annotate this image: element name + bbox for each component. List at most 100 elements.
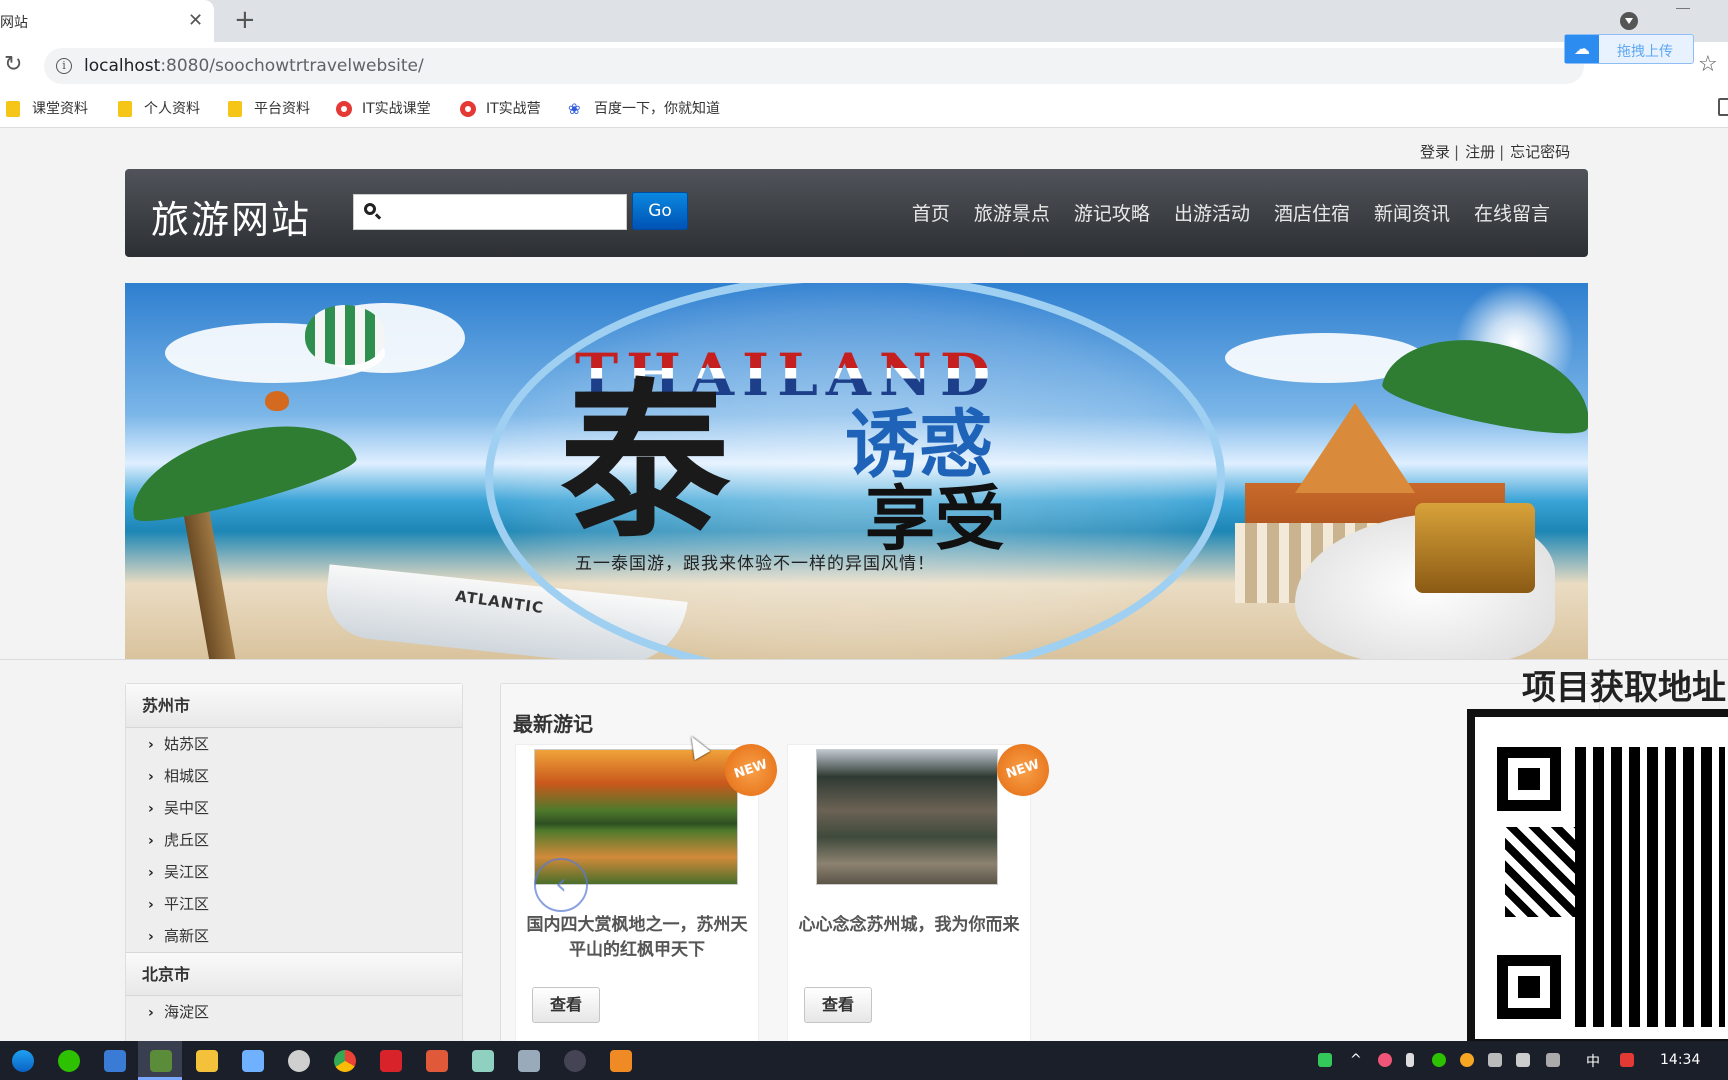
search-go-button[interactable]: Go bbox=[632, 192, 688, 230]
app-icon[interactable] bbox=[426, 1050, 448, 1072]
district-item[interactable]: › 姑苏区 bbox=[126, 728, 462, 760]
file-explorer-icon[interactable] bbox=[196, 1050, 218, 1072]
chevron-up-icon[interactable]: ^ bbox=[1350, 1053, 1364, 1067]
baidu-paw-icon: ❀ bbox=[568, 100, 581, 118]
url-text[interactable]: localhost:8080/soochowtrtravelwebsite/ bbox=[84, 56, 424, 76]
search-icon bbox=[364, 203, 376, 215]
folder-icon bbox=[6, 101, 20, 117]
app-icon[interactable] bbox=[472, 1050, 494, 1072]
travelogue-caption[interactable]: 心心念念苏州城，我为你而来 bbox=[798, 913, 1020, 938]
new-tab-icon[interactable]: + bbox=[234, 5, 256, 35]
bookmark-item[interactable]: IT实战课堂 bbox=[336, 98, 431, 120]
site-brand[interactable]: 旅游网站 bbox=[151, 189, 311, 244]
drag-upload-button[interactable]: ☁ 拖拽上传 bbox=[1564, 34, 1694, 64]
qr-finder-pattern bbox=[1497, 747, 1561, 811]
register-link[interactable]: 注册 bbox=[1465, 143, 1495, 161]
district-label: 吴中区 bbox=[164, 799, 210, 817]
nav-hotels[interactable]: 酒店住宿 bbox=[1274, 199, 1350, 226]
district-item[interactable]: › 相城区 bbox=[126, 760, 462, 792]
edge-icon[interactable] bbox=[12, 1050, 34, 1072]
folder-icon bbox=[118, 101, 132, 117]
district-item[interactable]: › 吴中区 bbox=[126, 792, 462, 824]
district-item[interactable]: › 吴江区 bbox=[126, 856, 462, 888]
wechat-icon[interactable] bbox=[58, 1050, 80, 1072]
chevron-right-icon: › bbox=[148, 801, 154, 817]
hot-air-balloon bbox=[305, 305, 385, 365]
city-heading-suzhou[interactable]: 苏州市 bbox=[126, 684, 462, 728]
nav-travel-guides[interactable]: 游记攻略 bbox=[1074, 199, 1150, 226]
cloud-drive-icon[interactable] bbox=[242, 1050, 264, 1072]
forgot-password-link[interactable]: 忘记密码 bbox=[1510, 143, 1570, 161]
cloud-icon: ☁ bbox=[1565, 35, 1599, 63]
travelogue-thumbnail[interactable] bbox=[816, 749, 998, 885]
travelogue-caption[interactable]: 国内四大赏枫地之一，苏州天平山的红枫甲天下 bbox=[526, 913, 748, 963]
sogou-icon[interactable] bbox=[1620, 1053, 1634, 1067]
reading-list-icon[interactable] bbox=[1718, 98, 1728, 116]
site-info-icon[interactable]: i bbox=[56, 58, 72, 74]
wechat-tray-icon[interactable] bbox=[1432, 1053, 1446, 1067]
login-link[interactable]: 登录 bbox=[1420, 143, 1450, 161]
app-icon[interactable] bbox=[518, 1050, 540, 1072]
network-icon[interactable] bbox=[1546, 1053, 1560, 1067]
bookmark-label: 个人资料 bbox=[144, 101, 200, 117]
browser-tabbar: 网站 ✕ + bbox=[0, 0, 1728, 42]
wps-icon[interactable] bbox=[380, 1050, 402, 1072]
site-favicon-icon bbox=[460, 101, 476, 117]
browser-tab[interactable]: 网站 ✕ bbox=[0, 0, 214, 42]
qq-icon[interactable] bbox=[288, 1050, 310, 1072]
city-heading-beijing[interactable]: 北京市 bbox=[126, 952, 462, 996]
bookmark-item[interactable]: 平台资料 bbox=[228, 98, 310, 120]
url-path: :8080/soochowtrtravelwebsite/ bbox=[160, 56, 424, 76]
chrome-icon[interactable] bbox=[334, 1050, 356, 1072]
tray-app-icon[interactable] bbox=[1378, 1053, 1392, 1067]
district-label: 姑苏区 bbox=[164, 735, 210, 753]
district-item[interactable]: › 海淀区 bbox=[126, 996, 462, 1028]
view-button[interactable]: 查看 bbox=[532, 987, 600, 1023]
nav-news[interactable]: 新闻资讯 bbox=[1374, 199, 1450, 226]
district-label: 高新区 bbox=[164, 927, 210, 945]
region-sidebar: 苏州市 › 姑苏区 › 相城区 › 吴中区 › 虎丘区 › 吴江区 › 平江区 › 高新区 北… bbox=[125, 683, 463, 1063]
search-input[interactable] bbox=[388, 199, 618, 225]
view-button[interactable]: 查看 bbox=[804, 987, 872, 1023]
district-label: 虎丘区 bbox=[164, 831, 210, 849]
address-bar[interactable]: i localhost:8080/soochowtrtravelwebsite/ bbox=[44, 48, 1584, 84]
qr-code bbox=[1475, 717, 1728, 1039]
app-icon[interactable] bbox=[610, 1050, 632, 1072]
bookmark-item[interactable]: 个人资料 bbox=[118, 98, 200, 120]
reload-icon[interactable]: ↻ bbox=[4, 52, 22, 77]
nav-messages[interactable]: 在线留言 bbox=[1474, 199, 1550, 226]
bookmark-item[interactable]: ❀ 百度一下，你就知道 bbox=[568, 98, 720, 120]
account-links: 登录 | 注册 | 忘记密码 bbox=[1420, 141, 1570, 162]
separator: | bbox=[1454, 143, 1460, 161]
bookmark-item[interactable]: IT实战营 bbox=[460, 98, 541, 120]
battery-icon[interactable] bbox=[1318, 1053, 1332, 1067]
app-icon[interactable] bbox=[150, 1050, 172, 1072]
microphone-icon[interactable] bbox=[1406, 1053, 1414, 1067]
main-nav: 首页 旅游景点 游记攻略 出游活动 酒店住宿 新闻资讯 在线留言 bbox=[888, 199, 1550, 226]
clock[interactable]: 14:34 bbox=[1660, 1052, 1700, 1068]
ime-indicator[interactable]: 中 bbox=[1586, 1051, 1600, 1071]
minimize-icon[interactable] bbox=[1676, 8, 1690, 9]
app-icon[interactable] bbox=[104, 1050, 126, 1072]
tab-close-icon[interactable]: ✕ bbox=[188, 10, 203, 31]
bookmark-item[interactable]: 课堂资料 bbox=[6, 98, 88, 120]
volume-icon[interactable] bbox=[1516, 1053, 1530, 1067]
banner-subtitle: 五一泰国游，跟我来体验不一样的异国风情！ bbox=[575, 554, 935, 574]
district-item[interactable]: › 虎丘区 bbox=[126, 824, 462, 856]
nav-activities[interactable]: 出游活动 bbox=[1174, 199, 1250, 226]
district-item[interactable]: › 高新区 bbox=[126, 920, 462, 952]
bookmarks-bar: 课堂资料 个人资料 平台资料 IT实战课堂 IT实战营 ❀ 百度一下，你就知道 bbox=[0, 90, 1728, 128]
nav-attractions[interactable]: 旅游景点 bbox=[974, 199, 1050, 226]
district-label: 相城区 bbox=[164, 767, 210, 785]
hero-banner[interactable]: ATLANTIC THAILAND 泰 诱惑 享受 五一泰国游，跟我来体验不一样… bbox=[125, 283, 1588, 659]
profile-dropdown-icon[interactable] bbox=[1620, 12, 1638, 30]
district-item[interactable]: › 平江区 bbox=[126, 888, 462, 920]
keyboard-icon[interactable] bbox=[1488, 1053, 1502, 1067]
settings-icon[interactable] bbox=[564, 1050, 586, 1072]
carousel-prev-icon[interactable]: ‹ bbox=[534, 858, 588, 912]
tray-app-icon[interactable] bbox=[1460, 1053, 1474, 1067]
nav-home[interactable]: 首页 bbox=[912, 199, 950, 226]
bookmark-star-icon[interactable]: ☆ bbox=[1698, 52, 1718, 77]
browser-toolbar: ↻ i localhost:8080/soochowtrtravelwebsit… bbox=[0, 42, 1728, 90]
qr-finder-pattern bbox=[1497, 955, 1561, 1019]
